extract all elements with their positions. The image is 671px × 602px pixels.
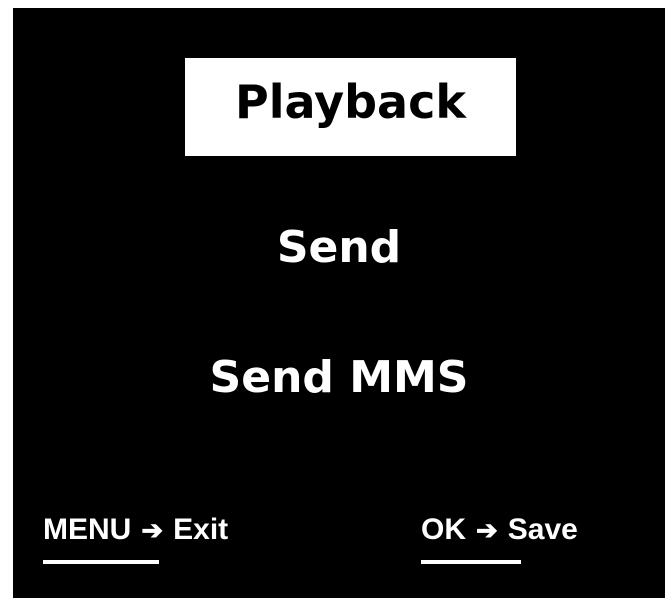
camera-menu-screen: Playback Send Send MMS MENU ➔ Exit OK ➔ … [13, 8, 665, 598]
menu-item-send-mms[interactable]: Send MMS [13, 350, 665, 406]
save-action-label: Save [507, 513, 578, 546]
ok-save-hint: OK ➔ Save [421, 510, 578, 550]
menu-exit-hint: MENU ➔ Exit [43, 510, 228, 550]
menu-key-label[interactable]: MENU [43, 513, 131, 547]
ok-key-underline [421, 560, 521, 564]
exit-action-label: Exit [173, 513, 229, 546]
menu-key-underline [43, 560, 159, 564]
right-arrow-icon: ➔ [141, 514, 164, 545]
ok-key-label[interactable]: OK [421, 513, 466, 547]
right-arrow-icon: ➔ [476, 514, 498, 545]
menu-item-send[interactable]: Send [13, 220, 665, 276]
menu-item-playback[interactable]: Playback [185, 58, 516, 156]
